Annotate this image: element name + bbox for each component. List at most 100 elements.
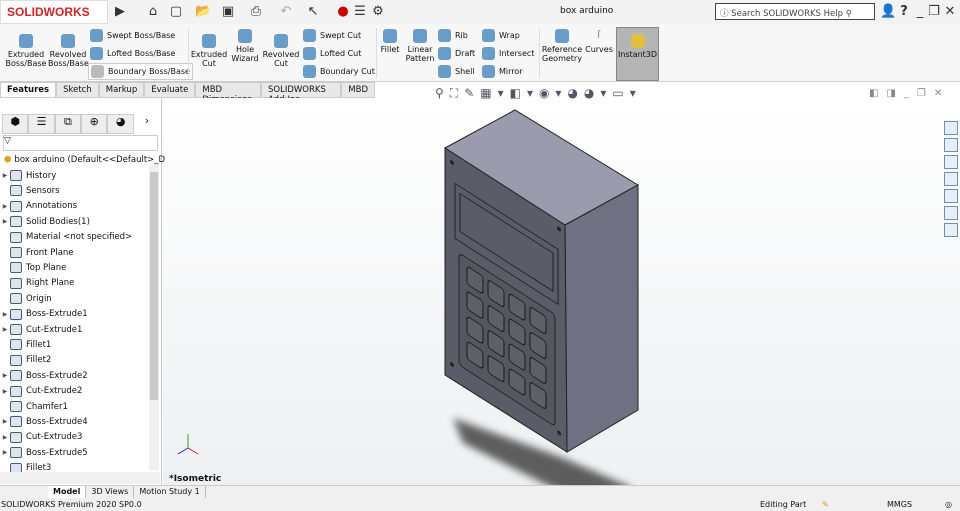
custom-properties-icon[interactable]	[944, 206, 958, 220]
intersect-button[interactable]: Intersect	[482, 47, 534, 60]
tab-addins[interactable]: SOLIDWORKS Add-Ins	[261, 82, 342, 105]
tree-item[interactable]: ▶ Boss-Extrude4	[0, 414, 88, 429]
tree-filter[interactable]: ▽	[3, 135, 158, 151]
tree-item[interactable]: ▶ Solid Bodies(1)	[0, 214, 90, 229]
expand-arrow-icon[interactable]: ▶	[0, 449, 10, 456]
expand-arrow-icon[interactable]: ▶	[0, 203, 10, 210]
home-icon[interactable]: ⌂	[145, 4, 161, 20]
more-tabs-icon[interactable]: ›	[134, 114, 160, 134]
tab-markup[interactable]: Markup	[98, 82, 145, 98]
tree-item[interactable]: ▶ Boss-Extrude5	[0, 445, 88, 460]
resources-tab-icon[interactable]	[944, 138, 958, 152]
tree-item[interactable]: ▶ Cut-Extrude1	[0, 322, 82, 337]
design-library-icon[interactable]	[944, 155, 958, 169]
extruded-boss-button[interactable]: Extruded Boss/Base	[4, 34, 48, 68]
restore-icon[interactable]: ❐	[926, 4, 942, 20]
expand-arrow-icon[interactable]: ▶	[0, 311, 10, 318]
expand-arrow-icon[interactable]: ▶	[0, 326, 10, 333]
units-selector[interactable]: MMGS	[887, 500, 912, 509]
rib-button[interactable]: Rib	[438, 29, 468, 42]
tree-item[interactable]: ▶ Annotations	[0, 199, 77, 214]
file-explorer-icon[interactable]	[944, 172, 958, 186]
curves-button[interactable]: ʃ Curves	[585, 29, 613, 54]
tree-item[interactable]: Front Plane	[0, 245, 74, 260]
display-manager-icon[interactable]: ◕	[107, 114, 134, 134]
new-document-icon[interactable]: ▢	[168, 4, 184, 20]
model-3d-view[interactable]	[163, 98, 960, 485]
lofted-boss-button[interactable]: Lofted Boss/Base	[90, 47, 175, 60]
tree-item[interactable]: Material <not specified>	[0, 230, 132, 245]
home-tab-icon[interactable]	[944, 121, 958, 135]
expand-arrow-icon[interactable]: ▶	[0, 434, 10, 441]
tree-item[interactable]: ▶ History	[0, 168, 56, 183]
tab-features[interactable]: Features	[0, 82, 57, 98]
user-icon[interactable]: 👤	[880, 4, 896, 20]
tree-item[interactable]: Sensors	[0, 183, 60, 198]
tab-sketch[interactable]: Sketch	[56, 82, 99, 98]
tree-item[interactable]: ▶ Cut-Extrude3	[0, 430, 82, 445]
property-manager-icon[interactable]: ☰	[28, 114, 55, 134]
select-icon[interactable]: ↖	[305, 4, 321, 20]
solidworks-logo[interactable]: SOLIDWORKS	[0, 0, 108, 24]
wrap-button[interactable]: Wrap	[482, 29, 520, 42]
tab-evaluate[interactable]: Evaluate	[144, 82, 196, 98]
tree-scroll-thumb[interactable]	[150, 172, 158, 400]
close-icon[interactable]: ✕	[942, 4, 958, 20]
quick-tips-icon[interactable]: ◎	[945, 500, 952, 509]
reference-geometry-button[interactable]: Reference Geometry	[541, 29, 583, 63]
mirror-button[interactable]: Mirror	[482, 65, 523, 78]
boundary-boss-button[interactable]: Boundary Boss/Base	[88, 63, 193, 80]
tree-item[interactable]: Top Plane	[0, 260, 66, 275]
lofted-cut-button[interactable]: Lofted Cut	[303, 47, 361, 60]
expand-menu-icon[interactable]: ▶	[112, 4, 128, 20]
appearances-icon[interactable]	[944, 189, 958, 203]
help-icon[interactable]: ?	[896, 4, 912, 20]
tree-item[interactable]: ▶ Boss-Extrude1	[0, 307, 88, 322]
expand-arrow-icon[interactable]: ▶	[0, 218, 10, 225]
rebuild-icon[interactable]: ●	[335, 4, 351, 20]
save-icon[interactable]: ▣	[220, 4, 236, 20]
revolved-boss-button[interactable]: Revolved Boss/Base	[48, 34, 89, 68]
configuration-manager-icon[interactable]: ⧉	[54, 114, 82, 134]
boundary-cut-button[interactable]: Boundary Cut	[303, 65, 375, 78]
tree-horizontal-scrollbar[interactable]	[0, 472, 160, 484]
draft-button[interactable]: Draft	[438, 47, 475, 60]
hole-wizard-button[interactable]: Hole Wizard	[229, 29, 261, 63]
graphics-area[interactable]: ⚲⛶✎▦▾◧▾◉▾◕◕▾▭▾ ◧◨_❐✕ *Isometric	[163, 86, 960, 485]
feature-tree-icon[interactable]: ⬢	[2, 114, 29, 134]
expand-arrow-icon[interactable]: ▶	[0, 418, 10, 425]
revolved-cut-button[interactable]: Revolved Cut	[262, 34, 300, 68]
extruded-cut-button[interactable]: Extruded Cut	[190, 34, 228, 68]
rebuild-status-icon[interactable]: ✎	[822, 500, 829, 509]
tree-item[interactable]: Fillet1	[0, 337, 51, 352]
swept-cut-button[interactable]: Swept Cut	[303, 29, 361, 42]
file-properties-icon[interactable]: ☰	[352, 4, 368, 20]
options-gear-icon[interactable]: ⚙	[370, 4, 386, 20]
forum-icon[interactable]	[944, 223, 958, 237]
expand-arrow-icon[interactable]: ▶	[0, 372, 10, 379]
tab-mbd[interactable]: MBD	[341, 82, 375, 98]
tree-item[interactable]: Origin	[0, 291, 52, 306]
undo-icon[interactable]: ↶	[278, 4, 294, 20]
swept-boss-button[interactable]: Swept Boss/Base	[90, 29, 175, 42]
print-icon[interactable]: ⎙	[248, 4, 264, 20]
search-help-input[interactable]: ⓘ Search SOLIDWORKS Help ⚲	[715, 3, 875, 20]
expand-arrow-icon[interactable]: ▶	[0, 172, 10, 179]
search-icon[interactable]: ⚲	[846, 9, 852, 19]
tab-3d-views[interactable]: 3D Views	[86, 486, 135, 498]
tree-item[interactable]: Right Plane	[0, 276, 74, 291]
tree-item[interactable]: ▶ Cut-Extrude2	[0, 384, 82, 399]
shell-button[interactable]: Shell	[438, 65, 475, 78]
fillet-button[interactable]: Fillet	[378, 29, 402, 54]
dimxpert-icon[interactable]: ⊕	[81, 114, 108, 134]
tab-mbd-dimensions[interactable]: MBD Dimensions	[195, 82, 262, 105]
linear-pattern-button[interactable]: Linear Pattern	[404, 29, 436, 63]
instant3d-button[interactable]: Instant3D	[616, 27, 659, 81]
expand-arrow-icon[interactable]: ▶	[0, 388, 10, 395]
tab-motion-study[interactable]: Motion Study 1	[134, 486, 206, 498]
tree-item[interactable]: ▶ Boss-Extrude2	[0, 368, 88, 383]
tab-model[interactable]: Model	[48, 486, 87, 498]
tree-root[interactable]: ⬢ box arduino (Default<<Default>_D	[4, 152, 165, 167]
tree-item[interactable]: Fillet2	[0, 353, 51, 368]
tree-item[interactable]: Chamfer1	[0, 399, 68, 414]
